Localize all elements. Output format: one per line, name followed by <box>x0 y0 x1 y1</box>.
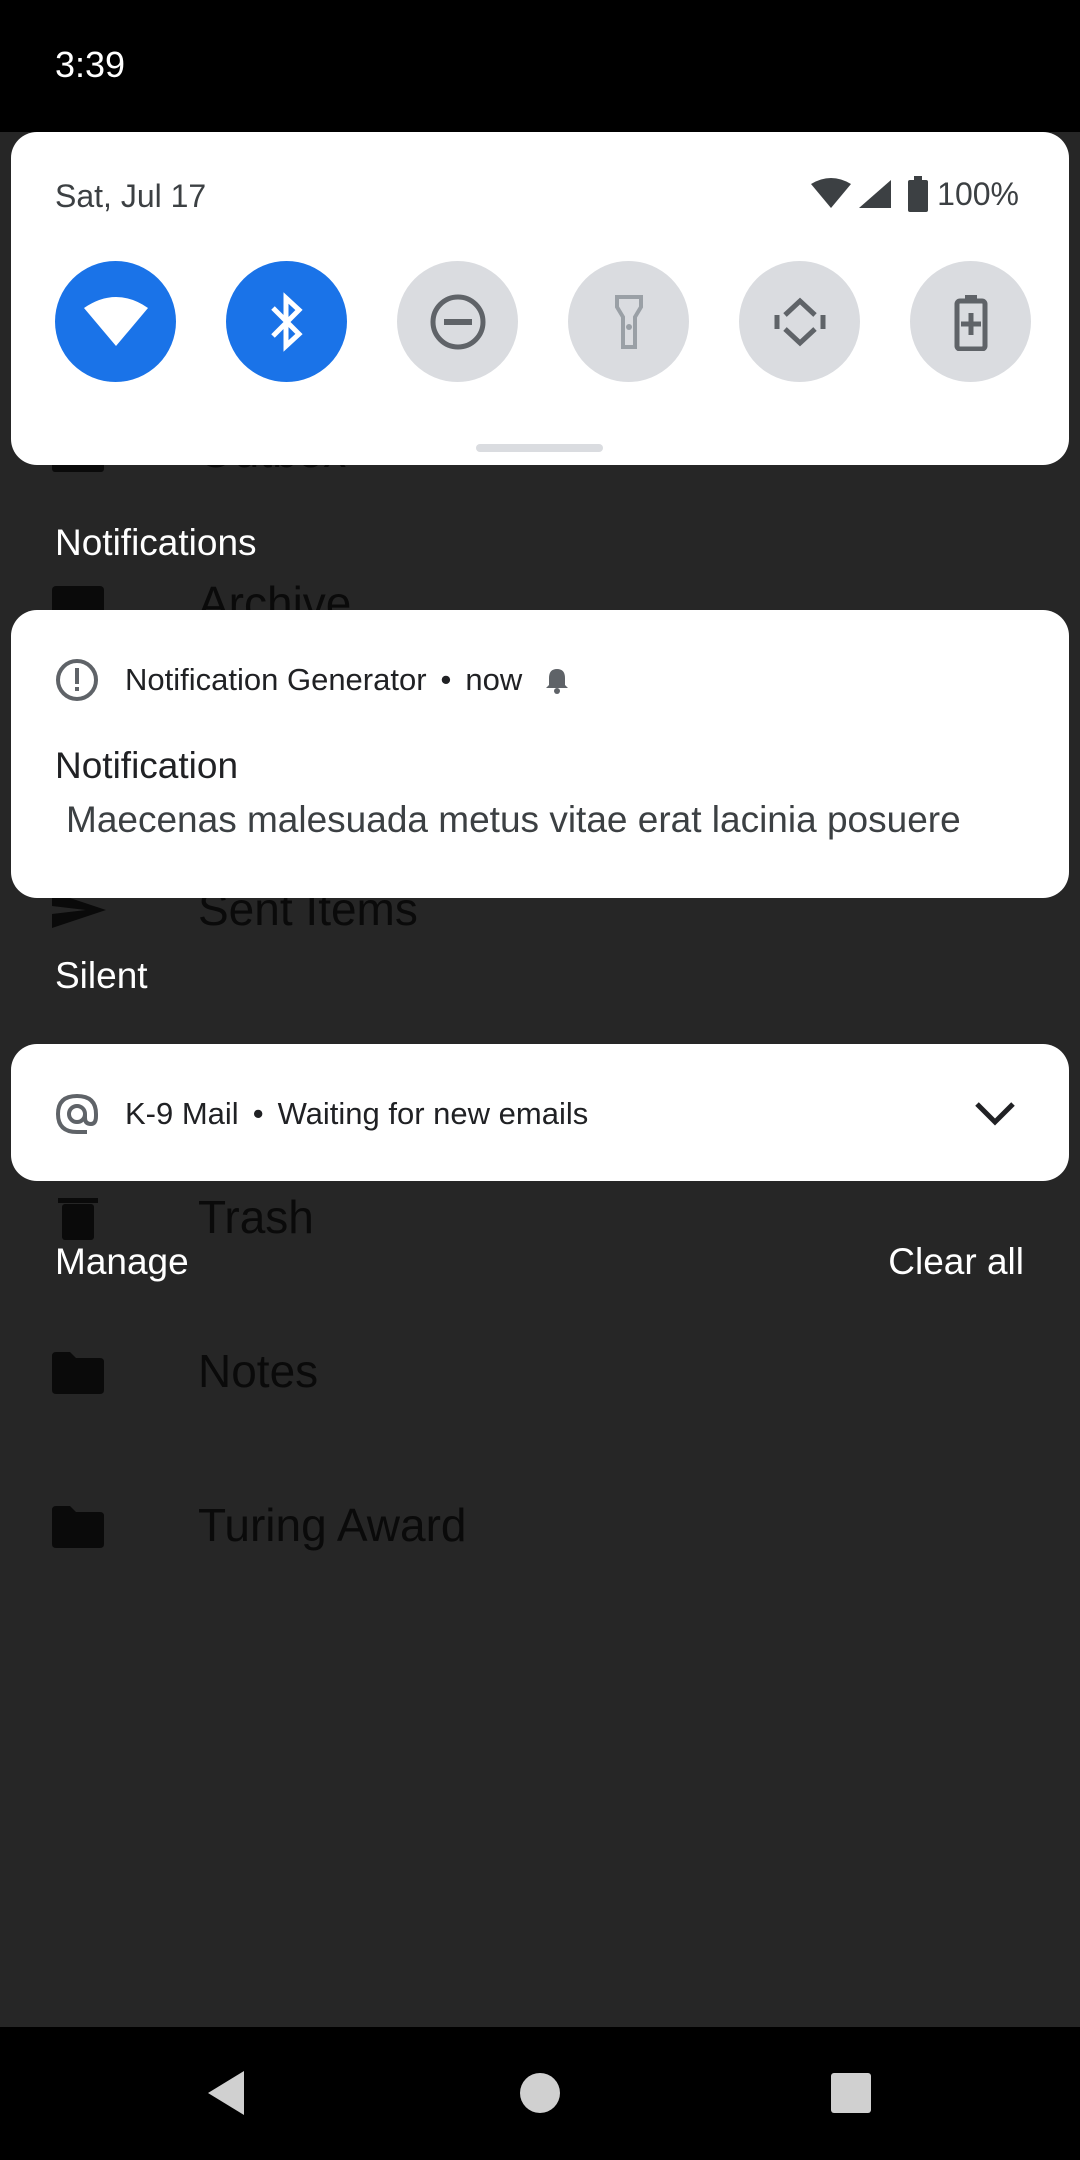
bluetooth-icon <box>270 291 303 352</box>
separator-dot: • <box>440 662 452 697</box>
notification-header: Notification Generator • now <box>55 658 572 702</box>
notification-title: Notification <box>55 745 239 786</box>
wifi-signal-icon <box>811 178 852 208</box>
folder-icon <box>52 1352 104 1394</box>
recents-icon <box>831 2073 871 2113</box>
cell-signal-icon <box>859 180 892 208</box>
silent-notification-card[interactable]: K-9 Mail • Waiting for new emails <box>11 1044 1069 1181</box>
notification-card[interactable]: Notification Generator • now Notificatio… <box>11 610 1069 898</box>
folder-label: Notes <box>198 1345 319 1397</box>
wifi-tile[interactable] <box>55 261 176 382</box>
navigation-bar <box>0 2027 1080 2160</box>
status-time: 3:39 <box>55 44 126 85</box>
alert-icon <box>56 659 98 701</box>
battery-saver-tile[interactable] <box>910 261 1031 382</box>
notification-time: now <box>465 662 523 697</box>
qs-tiles-row <box>55 261 1031 383</box>
wifi-icon <box>83 296 148 346</box>
bluetooth-tile[interactable] <box>226 261 347 382</box>
battery-icon <box>908 176 929 212</box>
silent-notification-text: Waiting for new emails <box>277 1096 589 1131</box>
folder-label: Turing Award <box>198 1499 467 1551</box>
folder-icon <box>52 1506 104 1548</box>
home-icon <box>520 2073 560 2113</box>
qs-status-icons: 100% <box>811 174 1019 214</box>
trash-icon <box>58 1198 98 1240</box>
qs-date[interactable]: Sat, Jul 17 <box>55 178 206 215</box>
silent-section-label: Silent <box>55 955 148 996</box>
bell-icon <box>546 669 569 694</box>
status-bar: 3:39 <box>0 0 1080 132</box>
clear-all-button[interactable]: Clear all <box>888 1241 1024 1283</box>
flashlight-tile[interactable] <box>568 261 689 382</box>
separator-dot: • <box>252 1096 264 1131</box>
do-not-disturb-icon <box>430 294 485 349</box>
chevron-down-icon[interactable] <box>971 1090 1019 1138</box>
recents-button[interactable] <box>823 2065 879 2121</box>
folder-label: Trash <box>198 1191 314 1243</box>
manage-button[interactable]: Manage <box>55 1241 189 1283</box>
qs-drag-handle[interactable] <box>476 444 603 452</box>
battery-saver-icon <box>954 294 987 351</box>
auto-rotate-tile[interactable] <box>739 261 860 382</box>
notifications-section-label: Notifications <box>55 522 257 563</box>
home-button[interactable] <box>512 2065 568 2121</box>
quick-settings-panel: Sat, Jul 17 100% <box>11 132 1069 465</box>
at-sign-icon <box>55 1093 98 1134</box>
auto-rotate-icon <box>774 297 825 346</box>
notification-app-name: Notification Generator <box>125 662 427 697</box>
folder-row-notes: Notes <box>0 1332 1080 1412</box>
silent-app-name: K-9 Mail <box>125 1096 239 1131</box>
notification-body: Maecenas malesuada metus vitae erat laci… <box>66 799 961 840</box>
battery-percent: 100% <box>937 175 1019 212</box>
back-icon <box>208 2071 244 2115</box>
flashlight-icon <box>614 294 643 349</box>
silent-notification-header: K-9 Mail • Waiting for new emails <box>55 1092 588 1136</box>
back-button[interactable] <box>198 2065 254 2121</box>
folder-row-turing-award: Turing Award <box>0 1486 1080 1566</box>
do-not-disturb-tile[interactable] <box>397 261 518 382</box>
